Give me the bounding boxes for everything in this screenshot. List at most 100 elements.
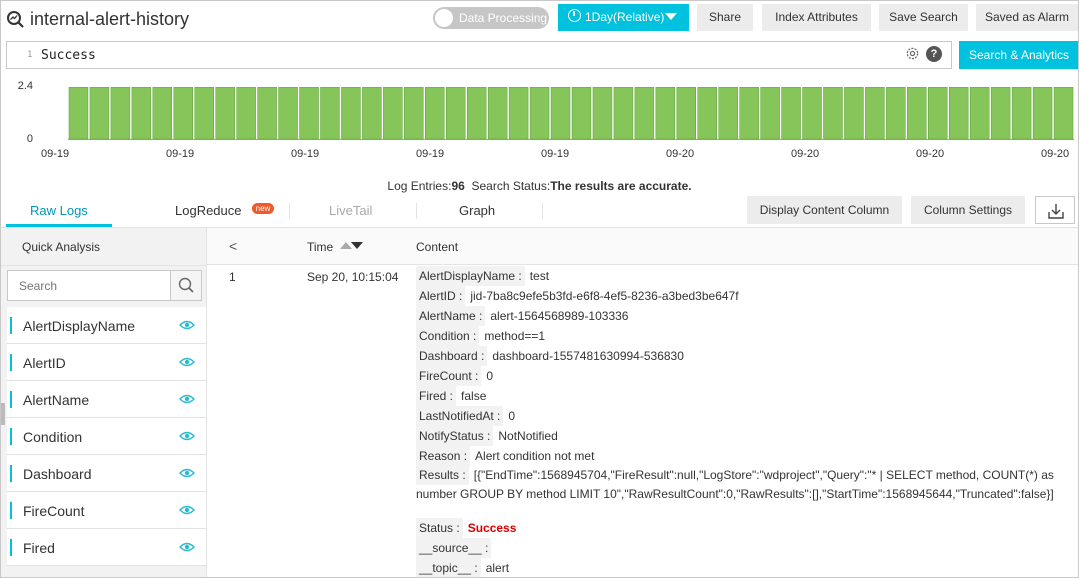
tab-livetail[interactable]: LiveTail <box>329 203 372 218</box>
field-item[interactable]: AlertDisplayName <box>7 307 206 344</box>
log-field-key[interactable]: Reason : <box>416 446 471 466</box>
histogram-bar[interactable] <box>466 87 487 140</box>
log-field-value[interactable]: 0 <box>486 369 493 383</box>
display-content-column-button[interactable]: Display Content Column <box>747 196 902 224</box>
log-field-key[interactable]: FireCount : <box>416 366 482 386</box>
histogram-bar[interactable] <box>68 87 89 140</box>
histogram-bar[interactable] <box>341 87 361 140</box>
eye-icon[interactable] <box>179 541 195 553</box>
histogram-bar[interactable] <box>152 87 173 140</box>
histogram-bar[interactable] <box>529 87 550 140</box>
eye-icon[interactable] <box>179 467 195 479</box>
histogram-bar[interactable] <box>299 87 319 140</box>
histogram-bar[interactable] <box>990 87 1011 140</box>
search-analytics-button[interactable]: Search & Analytics <box>959 41 1078 69</box>
log-field-key[interactable]: NotifyStatus : <box>416 426 494 446</box>
field-item[interactable]: AlertID <box>7 344 206 381</box>
histogram-bar[interactable] <box>739 87 759 140</box>
download-button[interactable] <box>1035 196 1075 224</box>
log-field-value[interactable]: dashboard-1557481630994-536830 <box>492 349 684 363</box>
query-text[interactable]: Success <box>41 48 96 63</box>
histogram-bar[interactable] <box>215 87 235 140</box>
field-search-input[interactable] <box>8 271 170 300</box>
time-range-selector[interactable]: 1Day(Relative) <box>558 4 689 31</box>
log-field-value[interactable]: Success <box>468 521 517 535</box>
histogram-bar[interactable] <box>550 87 571 140</box>
eye-icon[interactable] <box>179 319 195 331</box>
histogram-bar[interactable] <box>131 87 152 140</box>
tab-raw-logs[interactable]: Raw Logs <box>30 203 88 218</box>
histogram-bar[interactable] <box>949 87 969 140</box>
log-field-value[interactable]: method==1 <box>484 329 545 343</box>
histogram-bar[interactable] <box>613 87 634 140</box>
log-field-key[interactable]: Fired : <box>416 386 457 406</box>
histogram-bar[interactable] <box>969 87 990 140</box>
histogram-bar[interactable] <box>571 87 592 140</box>
histogram-bar[interactable] <box>592 87 613 140</box>
log-field-value[interactable]: NotNotified <box>498 429 557 443</box>
eye-icon[interactable] <box>179 393 195 405</box>
column-settings-button[interactable]: Column Settings <box>911 196 1025 224</box>
histogram-bar[interactable] <box>865 87 885 140</box>
collapse-handle[interactable] <box>1 403 5 425</box>
gear-icon[interactable] <box>905 46 920 61</box>
log-field-value[interactable]: 0 <box>508 409 515 423</box>
histogram-bar[interactable] <box>278 87 298 140</box>
histogram-bar[interactable] <box>236 87 256 140</box>
histogram-bar[interactable] <box>718 87 738 140</box>
tab-graph[interactable]: Graph <box>459 203 495 218</box>
save-search-button[interactable]: Save Search <box>879 4 968 31</box>
histogram-bar[interactable] <box>1011 87 1032 140</box>
data-processing-toggle[interactable]: Data Processing <box>433 7 549 29</box>
collapse-sidebar-button[interactable]: < <box>229 238 237 254</box>
histogram-bar[interactable] <box>89 87 110 140</box>
histogram-bar[interactable] <box>760 87 780 140</box>
log-field-key[interactable]: Dashboard : <box>416 346 488 366</box>
log-field-key[interactable]: AlertName : <box>416 306 486 326</box>
histogram-bar[interactable] <box>844 87 864 140</box>
help-icon[interactable]: ? <box>926 46 942 62</box>
panel-divider[interactable] <box>206 228 207 577</box>
log-field-key[interactable]: AlertID : <box>416 286 466 306</box>
histogram-bar[interactable] <box>173 87 193 140</box>
histogram-bar[interactable] <box>508 87 529 140</box>
histogram-bars[interactable] <box>68 77 1074 141</box>
sort-descending-icon[interactable] <box>351 242 363 249</box>
log-field-value[interactable]: false <box>461 389 486 403</box>
histogram-bar[interactable] <box>634 87 655 140</box>
histogram-bar[interactable] <box>655 87 676 140</box>
field-item[interactable]: FireCount <box>7 492 206 529</box>
log-field-key[interactable]: Condition : <box>416 326 480 346</box>
field-item[interactable]: Fired <box>7 529 206 566</box>
histogram-bar[interactable] <box>320 87 340 140</box>
log-field-key[interactable]: AlertDisplayName : <box>416 266 525 286</box>
histogram-bar[interactable] <box>362 87 382 140</box>
eye-icon[interactable] <box>179 430 195 442</box>
histogram-bar[interactable] <box>110 87 131 140</box>
histogram-bar[interactable] <box>802 87 822 140</box>
log-field-value[interactable]: alert <box>486 561 509 575</box>
eye-icon[interactable] <box>179 356 195 368</box>
share-button[interactable]: Share <box>697 4 753 31</box>
histogram-bar[interactable] <box>257 87 277 140</box>
log-field-value[interactable]: jid-7ba8c9efe5b3fd-e6f8-4ef5-8236-a3bed3… <box>470 289 738 303</box>
field-item[interactable]: Dashboard <box>7 455 206 492</box>
histogram-bar[interactable] <box>446 87 466 140</box>
log-field-value[interactable]: Alert condition not met <box>475 449 594 463</box>
histogram-bar[interactable] <box>487 87 508 140</box>
log-field-key[interactable]: LastNotifiedAt : <box>416 406 504 426</box>
histogram-bar[interactable] <box>928 87 948 140</box>
log-field-key[interactable]: __source__ : <box>416 538 492 558</box>
histogram-bar[interactable] <box>886 87 906 140</box>
log-field-key[interactable]: Results : <box>416 466 469 485</box>
log-field-value[interactable]: test <box>530 269 549 283</box>
histogram-bar[interactable] <box>676 87 696 140</box>
histogram-bar[interactable] <box>404 87 424 140</box>
field-item[interactable]: Condition <box>7 418 206 455</box>
log-field-key[interactable]: __topic__ : <box>416 558 481 577</box>
field-search-button[interactable] <box>170 270 202 301</box>
histogram-bar[interactable] <box>425 87 445 140</box>
saved-as-alarm-button[interactable]: Saved as Alarm <box>976 4 1078 31</box>
query-editor[interactable]: 1 Success ? <box>6 41 952 69</box>
histogram-bar[interactable] <box>383 87 403 140</box>
